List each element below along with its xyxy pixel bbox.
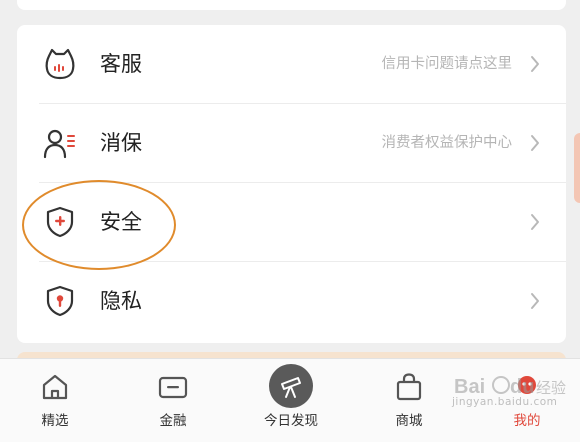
baidu-jingyan-watermark: Bai du 经验 jingyan.baidu.com: [452, 374, 572, 436]
menu-item-label: 安全: [100, 210, 142, 234]
tab-label: 今日发现: [264, 413, 318, 429]
tab-mall[interactable]: 商城: [359, 359, 459, 442]
menu-item-label: 消保: [100, 131, 142, 155]
menu-item-privacy[interactable]: 隐私: [17, 262, 566, 341]
shopping-bag-icon: [396, 373, 422, 401]
chevron-right-icon: [531, 56, 539, 72]
shield-plus-icon: [46, 206, 74, 238]
chevron-right-icon: [531, 135, 539, 151]
card-icon: [158, 376, 188, 399]
user-list-icon: [43, 129, 75, 159]
watermark-brand-b: du: [510, 376, 534, 398]
menu-item-hint: 信用卡问题请点这里: [381, 56, 513, 72]
floating-side-tab[interactable]: [574, 133, 580, 203]
tab-label: 精选: [41, 413, 69, 429]
cat-service-icon: [45, 48, 75, 80]
tab-featured[interactable]: 精选: [5, 359, 105, 442]
top-card: [17, 0, 566, 10]
tab-finance[interactable]: 金融: [123, 359, 223, 442]
tab-discover[interactable]: 今日发现: [241, 359, 341, 442]
telescope-icon: [281, 377, 301, 398]
chevron-right-icon: [531, 214, 539, 230]
watermark-logo: Bai du 经验: [454, 376, 566, 398]
menu-item-customer-service[interactable]: 客服 信用卡问题请点这里: [17, 25, 566, 104]
shield-lock-icon: [46, 285, 74, 317]
home-icon: [42, 374, 68, 400]
paw-icon: [492, 376, 510, 394]
tab-label: 金融: [159, 413, 187, 429]
menu-item-label: 客服: [100, 52, 142, 76]
chevron-right-icon: [531, 293, 539, 309]
watermark-brand-c: 经验: [536, 379, 566, 397]
menu-item-label: 隐私: [100, 289, 142, 313]
menu-item-hint: 消费者权益保护中心: [381, 135, 513, 151]
watermark-url: jingyan.baidu.com: [452, 396, 558, 408]
menu-item-consumer-protection[interactable]: 消保 消费者权益保护中心: [17, 104, 566, 183]
watermark-brand-a: Bai: [454, 376, 485, 398]
settings-menu-card: 客服 信用卡问题请点这里 消保 消费者权益保护中心 安全 隐私: [17, 25, 566, 343]
menu-item-security[interactable]: 安全: [17, 183, 566, 262]
tab-label: 商城: [395, 413, 423, 429]
